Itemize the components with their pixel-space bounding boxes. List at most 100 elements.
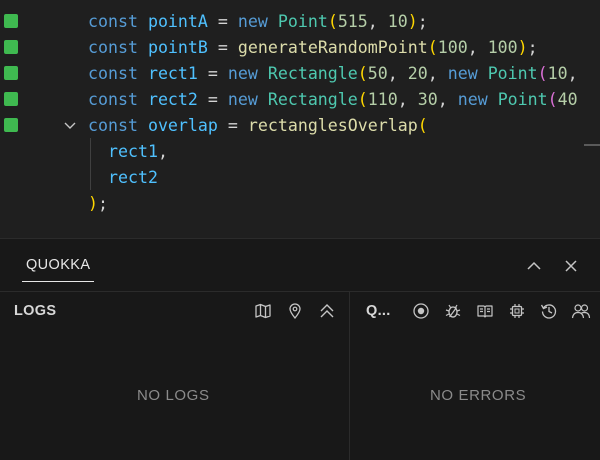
code-token: 30 [417, 90, 438, 109]
logs-header: LOGS [0, 291, 349, 329]
quokka-coverage-marker [4, 14, 18, 28]
tab-quokka[interactable]: QUOKKA [22, 254, 95, 282]
code-token: const [88, 38, 148, 57]
quokka-coverage-marker [4, 118, 18, 132]
code-token: , [567, 64, 578, 83]
code-text: const rect1 = new Rectangle(50, 20, new … [88, 61, 578, 87]
location-pin-icon[interactable] [285, 301, 305, 321]
code-token: , [397, 90, 418, 109]
record-icon[interactable] [411, 301, 431, 321]
code-token: , [367, 12, 388, 31]
close-panel-button[interactable] [560, 255, 582, 277]
history-icon[interactable] [539, 301, 559, 321]
code-token: ; [527, 38, 538, 57]
code-line-2[interactable]: const pointB = generateRandomPoint(100, … [0, 35, 600, 61]
code-token: rect2 [88, 168, 158, 187]
chip-icon[interactable] [507, 301, 527, 321]
errors-header: Q... [350, 291, 600, 329]
code-token: Point [277, 12, 328, 31]
no-errors-message: NO ERRORS [430, 387, 527, 404]
code-token: pointB [147, 38, 208, 57]
indent-guide [90, 138, 91, 190]
code-line-4[interactable]: const rect2 = new Rectangle(110, 30, new… [0, 87, 600, 113]
code-text: const pointB = generateRandomPoint(100, … [88, 35, 538, 61]
code-token: 110 [367, 90, 398, 109]
code-token: ) [88, 194, 98, 213]
quokka-coverage-marker [4, 40, 18, 54]
code-token: new [237, 12, 278, 31]
code-token: 20 [407, 64, 428, 83]
code-token: ( [357, 64, 368, 83]
code-token: ; [417, 12, 428, 31]
code-line-8[interactable]: ); [0, 191, 600, 217]
code-token: 10 [547, 64, 568, 83]
debug-icon[interactable] [443, 301, 463, 321]
code-token: generateRandomPoint [237, 38, 428, 57]
errors-title: Q... [366, 303, 391, 319]
code-token: 50 [367, 64, 388, 83]
code-token: rect1 [88, 142, 158, 161]
code-token: ( [327, 12, 338, 31]
code-token: ( [537, 64, 548, 83]
code-token: ( [417, 116, 428, 135]
code-token: , [427, 64, 448, 83]
code-text: rect1, [88, 139, 168, 165]
code-token: = [197, 64, 228, 83]
code-text: const rect2 = new Rectangle(110, 30, new… [88, 87, 578, 113]
book-icon[interactable] [475, 301, 495, 321]
code-token: , [437, 90, 458, 109]
quokka-coverage-marker [4, 66, 18, 80]
code-line-3[interactable]: const rect1 = new Rectangle(50, 20, new … [0, 61, 600, 87]
code-token: new [227, 64, 268, 83]
code-line-1[interactable]: const pointA = new Point(515, 10); [0, 9, 600, 35]
code-token: Point [487, 64, 538, 83]
chevron-up-icon [527, 261, 541, 270]
code-token: ; [98, 194, 108, 213]
code-token: Rectangle [267, 90, 358, 109]
code-token: ( [357, 90, 368, 109]
code-token: const [88, 12, 148, 31]
logs-title: LOGS [14, 303, 57, 319]
code-token: new [447, 64, 488, 83]
code-token: const [88, 116, 148, 135]
code-token: , [387, 64, 408, 83]
code-editor[interactable]: const pointA = new Point(515, 10); const… [0, 0, 600, 238]
code-token: ( [547, 90, 558, 109]
code-token: rect2 [147, 90, 198, 109]
code-token: 40 [557, 90, 578, 109]
code-token: const [88, 90, 148, 109]
quokka-coverage-marker [4, 92, 18, 106]
code-token: = [207, 12, 238, 31]
maximize-panel-button[interactable] [523, 255, 545, 277]
users-icon[interactable] [571, 301, 591, 321]
code-token: overlap [147, 116, 218, 135]
no-logs-message: NO LOGS [137, 387, 210, 404]
code-token: = [207, 38, 238, 57]
code-token: rectanglesOverlap [247, 116, 418, 135]
code-token: = [217, 116, 248, 135]
code-token: pointA [147, 12, 208, 31]
code-token: , [157, 142, 168, 161]
code-token: , [467, 38, 488, 57]
code-token: Point [497, 90, 548, 109]
fold-chevron-down-icon[interactable] [62, 117, 78, 133]
code-token: rect1 [147, 64, 198, 83]
code-token: const [88, 64, 148, 83]
code-token: Rectangle [267, 64, 358, 83]
code-token: ) [517, 38, 528, 57]
code-text: const pointA = new Point(515, 10); [88, 9, 428, 35]
code-text: rect2 [88, 165, 158, 191]
code-token: ( [427, 38, 438, 57]
collapse-all-icon[interactable] [317, 301, 337, 321]
code-token: new [457, 90, 498, 109]
code-token: = [197, 90, 228, 109]
code-token: ) [407, 12, 418, 31]
scrollbar-marker [584, 144, 600, 146]
code-token: 100 [437, 38, 468, 57]
code-token: 515 [337, 12, 368, 31]
code-token: new [227, 90, 268, 109]
code-text: const overlap = rectanglesOverlap( [88, 113, 428, 139]
code-line-5[interactable]: const overlap = rectanglesOverlap( [0, 113, 600, 139]
map-icon[interactable] [253, 301, 273, 321]
code-text: ); [88, 191, 108, 217]
